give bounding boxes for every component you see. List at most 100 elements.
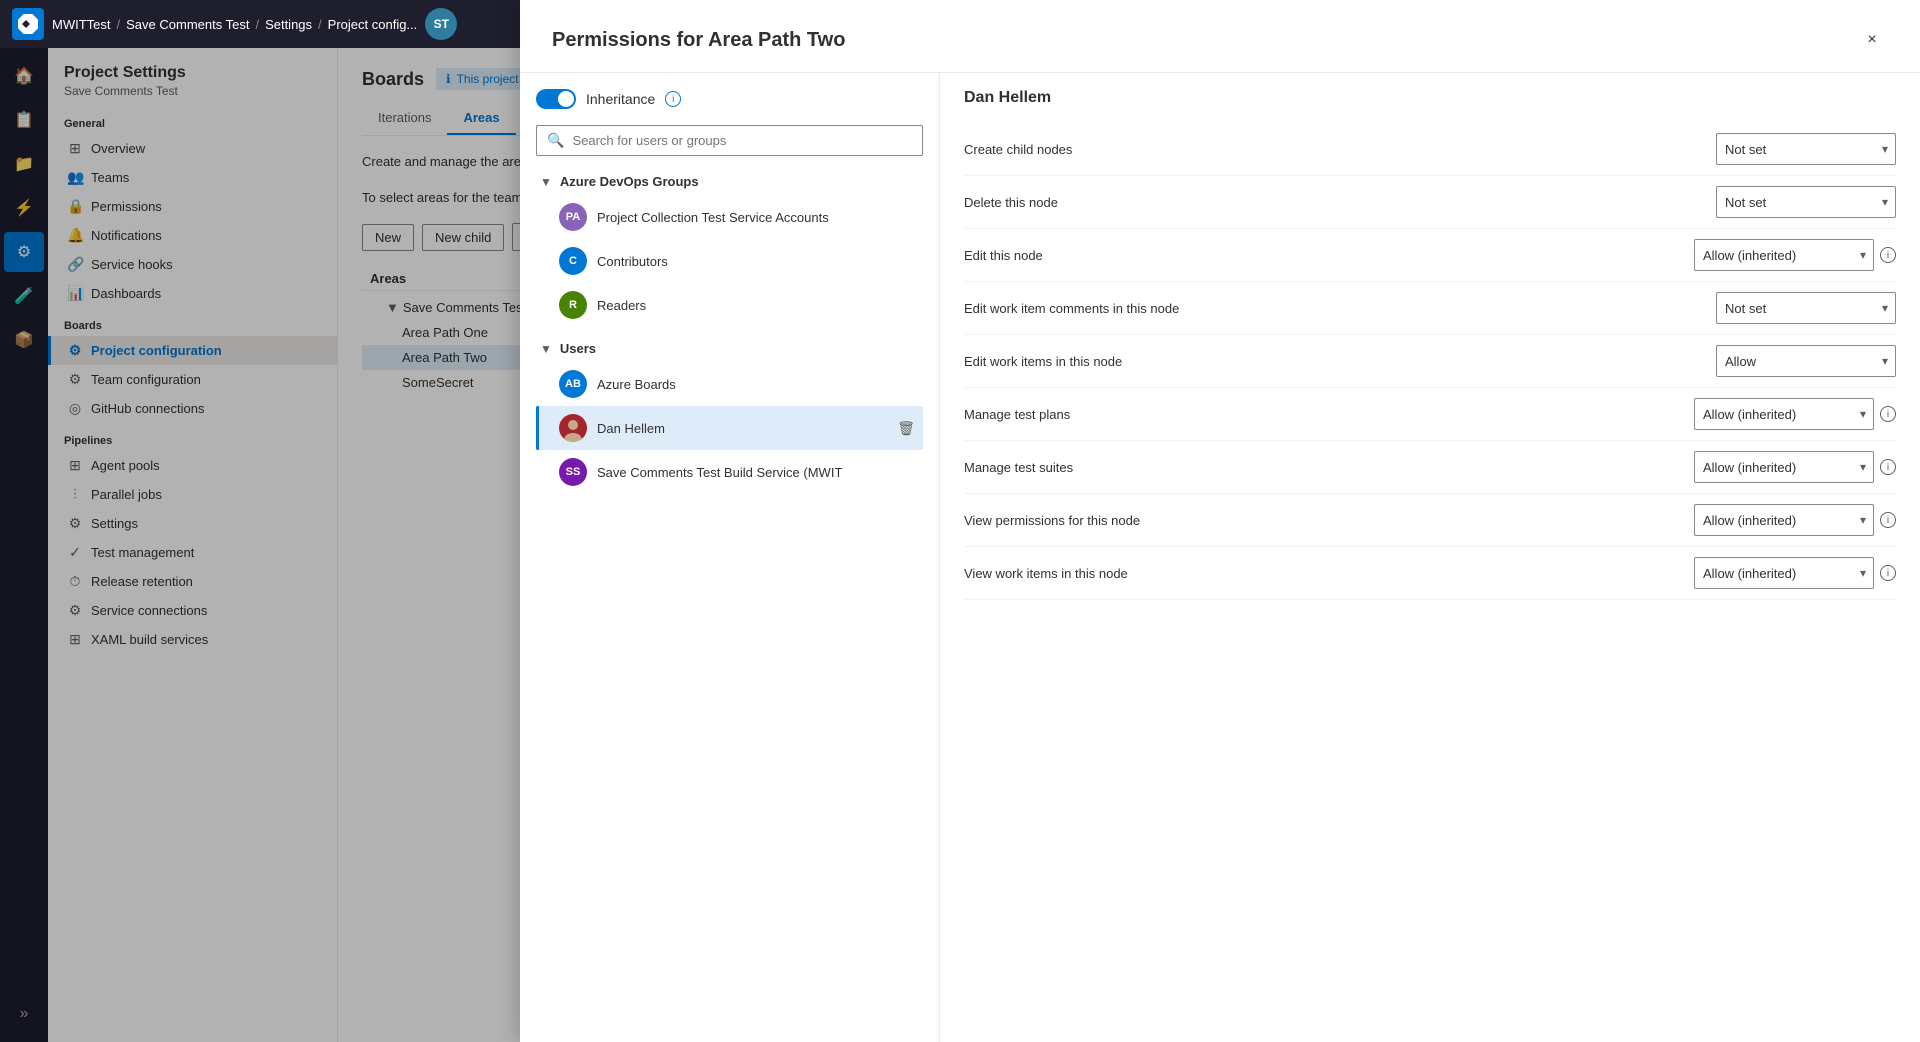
- breadcrumb-sep-1: /: [117, 17, 121, 32]
- avatar-save-comments: SS: [559, 458, 587, 486]
- user-item-readers[interactable]: R Readers: [536, 283, 923, 327]
- perm-select-edit-comments[interactable]: Not setAllowDeny: [1716, 292, 1896, 324]
- modal-right-panel: Dan Hellem Create child nodes Not setAll…: [940, 73, 1920, 1042]
- group-chevron-azure: ▼: [540, 175, 552, 189]
- perm-select-manage-test-plans[interactable]: Allow (inherited)Not setAllowDeny: [1694, 398, 1874, 430]
- group-chevron-users: ▼: [540, 342, 552, 356]
- perm-info-test-plans[interactable]: i: [1880, 406, 1896, 422]
- breadcrumb-save-comments[interactable]: Save Comments Test: [126, 17, 249, 32]
- breadcrumb: MWITTest / Save Comments Test / Settings…: [52, 17, 417, 32]
- inheritance-row: Inheritance i: [536, 89, 923, 109]
- modal-header: Permissions for Area Path Two ×: [520, 0, 1920, 73]
- perm-info-view-perms[interactable]: i: [1880, 512, 1896, 528]
- perm-select-manage-test-suites[interactable]: Allow (inherited)Not setAllowDeny: [1694, 451, 1874, 483]
- perm-name-edit-node: Edit this node: [964, 248, 1678, 263]
- users-group-header[interactable]: ▼ Users: [536, 335, 923, 362]
- breadcrumb-mwittest[interactable]: MWITTest: [52, 17, 111, 32]
- inheritance-toggle[interactable]: [536, 89, 576, 109]
- permission-row-edit-work-items: Edit work items in this node AllowNot se…: [964, 335, 1896, 388]
- modal-body: Inheritance i 🔍 ▼ Azure DevOps Groups PA…: [520, 73, 1920, 1042]
- avatar-azure-boards: AB: [559, 370, 587, 398]
- user-name-azure-boards: Azure Boards: [597, 377, 915, 392]
- perm-control-delete-node: Not setAllowDeny: [1716, 186, 1896, 218]
- azure-devops-groups-header[interactable]: ▼ Azure DevOps Groups: [536, 168, 923, 195]
- users-group-section: ▼ Users AB Azure Boards Dan Hellem �: [536, 335, 923, 494]
- azure-devops-groups-label: Azure DevOps Groups: [560, 174, 699, 189]
- permission-row-view-permissions: View permissions for this node Allow (in…: [964, 494, 1896, 547]
- perm-dropdown-manage-test-suites: Allow (inherited)Not setAllowDeny: [1694, 451, 1874, 483]
- permission-row-delete-node: Delete this node Not setAllowDeny: [964, 176, 1896, 229]
- permission-row-create-child: Create child nodes Not setAllowDeny: [964, 123, 1896, 176]
- user-avatar[interactable]: ST: [425, 8, 457, 40]
- user-item-save-comments-build[interactable]: SS Save Comments Test Build Service (MWI…: [536, 450, 923, 494]
- perm-select-create-child[interactable]: Not setAllowDeny: [1716, 133, 1896, 165]
- perm-select-edit-node[interactable]: Allow (inherited)Not setAllowDeny: [1694, 239, 1874, 271]
- avatar-contributors: C: [559, 247, 587, 275]
- perm-info-view-work-items[interactable]: i: [1880, 565, 1896, 581]
- user-item-azure-boards[interactable]: AB Azure Boards: [536, 362, 923, 406]
- perm-name-manage-test-plans: Manage test plans: [964, 407, 1678, 422]
- user-name-save-comments: Save Comments Test Build Service (MWIT: [597, 465, 915, 480]
- search-input[interactable]: [572, 133, 912, 148]
- perm-name-edit-comments: Edit work item comments in this node: [964, 301, 1700, 316]
- perm-control-manage-test-suites: Allow (inherited)Not setAllowDeny i: [1694, 451, 1896, 483]
- user-item-project-collection[interactable]: PA Project Collection Test Service Accou…: [536, 195, 923, 239]
- search-box: 🔍: [536, 125, 923, 156]
- inheritance-info-icon[interactable]: i: [665, 91, 681, 107]
- modal-close-button[interactable]: ×: [1856, 24, 1888, 56]
- permission-row-view-work-items: View work items in this node Allow (inhe…: [964, 547, 1896, 600]
- perm-control-create-child: Not setAllowDeny: [1716, 133, 1896, 165]
- azure-devops-groups-section: ▼ Azure DevOps Groups PA Project Collect…: [536, 168, 923, 327]
- user-item-contributors[interactable]: C Contributors: [536, 239, 923, 283]
- permissions-modal: Permissions for Area Path Two × Inherita…: [520, 0, 1920, 1042]
- user-name-contributors: Contributors: [597, 254, 915, 269]
- perm-control-manage-test-plans: Allow (inherited)Not setAllowDeny i: [1694, 398, 1896, 430]
- delete-user-icon[interactable]: 🗑: [897, 420, 915, 437]
- perm-info-edit-node[interactable]: i: [1880, 247, 1896, 263]
- breadcrumb-project-config[interactable]: Project config...: [328, 17, 418, 32]
- perm-dropdown-edit-work-items: AllowNot setDeny: [1716, 345, 1896, 377]
- perm-dropdown-view-permissions: Allow (inherited)Not setAllowDeny: [1694, 504, 1874, 536]
- perm-dropdown-edit-comments: Not setAllowDeny: [1716, 292, 1896, 324]
- avatar-project-collection: PA: [559, 203, 587, 231]
- users-group-label: Users: [560, 341, 596, 356]
- permission-row-edit-comments: Edit work item comments in this node Not…: [964, 282, 1896, 335]
- perm-select-delete-node[interactable]: Not setAllowDeny: [1716, 186, 1896, 218]
- dan-hellem-photo-icon: [559, 414, 587, 442]
- perm-info-test-suites[interactable]: i: [1880, 459, 1896, 475]
- perm-dropdown-manage-test-plans: Allow (inherited)Not setAllowDeny: [1694, 398, 1874, 430]
- perm-control-edit-comments: Not setAllowDeny: [1716, 292, 1896, 324]
- user-name-project-collection: Project Collection Test Service Accounts: [597, 210, 915, 225]
- user-name-dan-hellem: Dan Hellem: [597, 421, 887, 436]
- perm-control-view-permissions: Allow (inherited)Not setAllowDeny i: [1694, 504, 1896, 536]
- perm-select-edit-work-items[interactable]: AllowNot setDeny: [1716, 345, 1896, 377]
- perm-control-edit-node: Allow (inherited)Not setAllowDeny i: [1694, 239, 1896, 271]
- perm-select-view-permissions[interactable]: Allow (inherited)Not setAllowDeny: [1694, 504, 1874, 536]
- perm-name-view-permissions: View permissions for this node: [964, 513, 1678, 528]
- breadcrumb-sep-2: /: [255, 17, 259, 32]
- modal-title: Permissions for Area Path Two: [552, 29, 845, 52]
- perm-name-view-work-items: View work items in this node: [964, 566, 1678, 581]
- user-name-readers: Readers: [597, 298, 915, 313]
- perm-dropdown-view-work-items: Allow (inherited)Not setAllowDeny: [1694, 557, 1874, 589]
- breadcrumb-sep-3: /: [318, 17, 322, 32]
- perm-dropdown-delete-node: Not setAllowDeny: [1716, 186, 1896, 218]
- perm-name-create-child: Create child nodes: [964, 142, 1700, 157]
- avatar-readers: R: [559, 291, 587, 319]
- search-icon: 🔍: [547, 132, 564, 149]
- perm-select-view-work-items[interactable]: Allow (inherited)Not setAllowDeny: [1694, 557, 1874, 589]
- perm-dropdown-create-child: Not setAllowDeny: [1716, 133, 1896, 165]
- avatar-dan-hellem: [559, 414, 587, 442]
- azure-devops-logo[interactable]: [12, 8, 44, 40]
- permission-row-edit-node: Edit this node Allow (inherited)Not setA…: [964, 229, 1896, 282]
- perm-name-manage-test-suites: Manage test suites: [964, 460, 1678, 475]
- perm-name-edit-work-items: Edit work items in this node: [964, 354, 1700, 369]
- permission-user-heading: Dan Hellem: [964, 89, 1896, 107]
- perm-name-delete-node: Delete this node: [964, 195, 1700, 210]
- permission-row-manage-test-suites: Manage test suites Allow (inherited)Not …: [964, 441, 1896, 494]
- user-item-dan-hellem[interactable]: Dan Hellem 🗑: [536, 406, 923, 450]
- breadcrumb-settings[interactable]: Settings: [265, 17, 312, 32]
- modal-left-panel: Inheritance i 🔍 ▼ Azure DevOps Groups PA…: [520, 73, 940, 1042]
- perm-control-edit-work-items: AllowNot setDeny: [1716, 345, 1896, 377]
- perm-dropdown-edit-node: Allow (inherited)Not setAllowDeny: [1694, 239, 1874, 271]
